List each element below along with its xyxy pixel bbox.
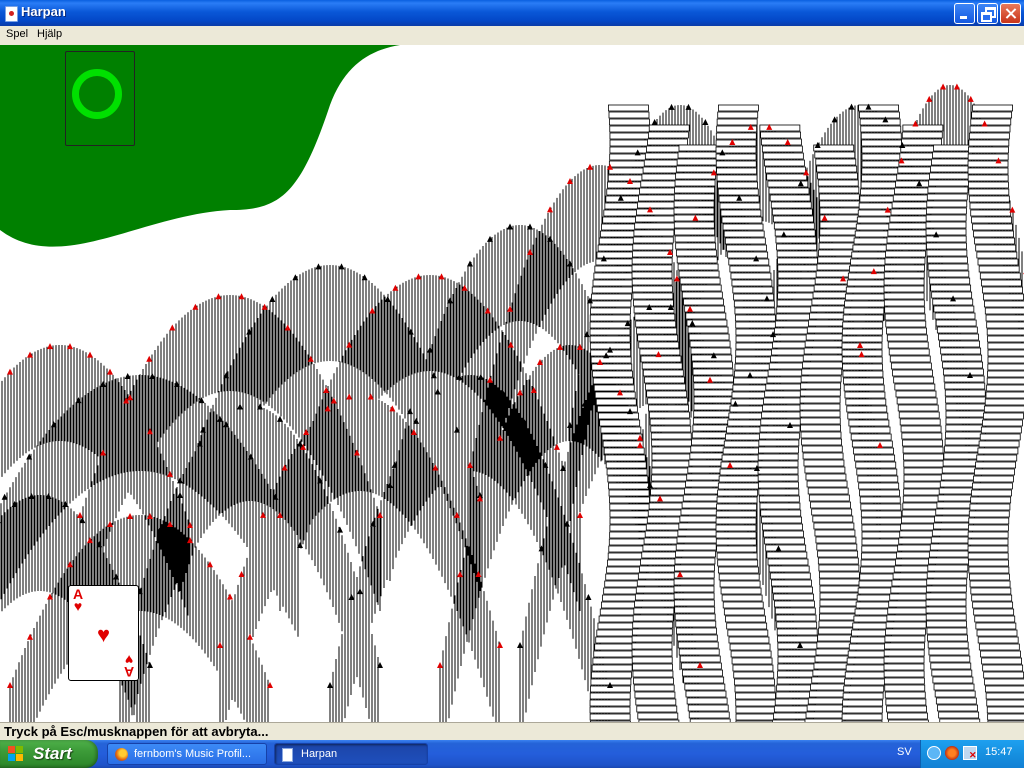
menu-bar: Spel Hjälp [0,26,1024,44]
card-corner-top: A ♥ [73,586,84,614]
redeal-ring-icon [72,69,122,119]
language-indicator[interactable]: SV [897,746,912,758]
title-bar[interactable]: Harpan [0,0,1024,26]
solitaire-icon[interactable] [5,6,18,22]
clock[interactable]: 15:47 [985,746,1013,758]
menu-item-spel[interactable]: Spel [6,28,28,40]
heart-suit-icon: ♥ [97,622,111,647]
start-button[interactable]: Start [0,740,98,768]
card-corner-bottom: A ♥ [123,652,134,680]
status-bar: Tryck på Esc/musknappen för att avbryta.… [0,722,1024,740]
status-text: Tryck på Esc/musknappen för att avbryta.… [4,724,269,739]
system-tray: 15:47 [920,740,1024,768]
firefox-icon [115,748,128,761]
stock-pile[interactable] [65,51,135,146]
taskbar-item-firefox[interactable]: fernbom's Music Profil... [107,743,267,765]
network-disconnected-icon[interactable] [963,746,977,761]
close-button[interactable] [1000,3,1021,24]
taskbar-item-harpan[interactable]: Harpan [274,743,428,765]
minimize-button[interactable] [954,3,975,24]
maximize-button[interactable] [977,3,998,24]
taskbar: Start fernbom's Music Profil... Harpan S… [0,740,1024,768]
win-card-cascade [0,45,1024,722]
game-area[interactable]: A ♥ ♥ A ♥ [0,45,1024,722]
solitaire-window: Harpan Spel Hjälp A ♥ ♥ A ♥ Tryck på Esc/m… [0,0,1024,740]
window-title: Harpan [21,4,66,19]
solitaire-icon [282,748,293,762]
security-icon[interactable] [945,746,959,760]
windows-logo-icon [8,746,25,762]
bouncing-card: A ♥ ♥ A ♥ [68,585,139,681]
menu-item-hjalp[interactable]: Hjälp [37,28,62,40]
tray-expand-icon[interactable] [927,746,941,760]
